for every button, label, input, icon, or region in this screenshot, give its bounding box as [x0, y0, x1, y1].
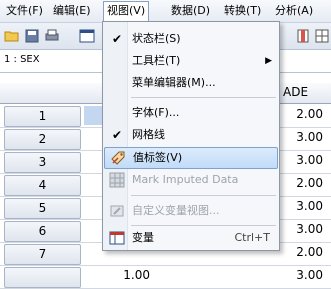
menu-item-status-bar[interactable]: ✔ 状态栏(S) — [104, 29, 278, 49]
grade-cell[interactable]: 2.00 — [283, 176, 323, 190]
row-header[interactable]: 6 — [4, 221, 81, 242]
selected-cell[interactable] — [84, 106, 104, 125]
open-folder-icon[interactable] — [3, 27, 21, 45]
split-file-icon[interactable] — [313, 27, 331, 45]
imputed-data-icon — [109, 172, 125, 188]
menu-item-variables[interactable]: 变量 Ctrl+T — [104, 228, 278, 248]
menu-item-fonts[interactable]: 字体(F)... — [104, 103, 278, 123]
grade-cell[interactable]: 3.00 — [283, 153, 323, 167]
row-header[interactable] — [4, 267, 81, 288]
print-icon[interactable] — [43, 27, 61, 45]
grade-cell[interactable]: 3.00 — [283, 130, 323, 144]
menu-item-menu-editor[interactable]: 菜单编辑器(M)... — [104, 73, 278, 93]
insert-variable-icon[interactable] — [294, 27, 312, 45]
checkmark-icon: ✔ — [111, 32, 123, 46]
menu-edit[interactable]: 编辑(E) — [50, 2, 94, 20]
menu-separator — [131, 97, 276, 98]
save-icon[interactable] — [23, 27, 41, 45]
menu-separator — [131, 195, 276, 196]
menu-view[interactable]: 视图(V) — [103, 1, 150, 22]
menu-item-value-labels[interactable]: 值标签(V) — [104, 147, 278, 169]
row-header[interactable]: 1 — [4, 106, 81, 127]
grade-cell[interactable]: 3.00 — [283, 199, 323, 213]
menu-data[interactable]: 数据(D) — [168, 2, 213, 20]
cell-reference: 1 : SEX — [4, 54, 40, 65]
menu-bar: 文件(F) 编辑(E) 视图(V) 数据(D) 转换(T) 分析(A) — [0, 0, 331, 23]
data-cell[interactable]: 1.00 — [120, 268, 150, 282]
menu-item-grid-lines[interactable]: ✔ 网格线 — [104, 125, 278, 145]
submenu-arrow-icon: ▶ — [265, 56, 272, 66]
grade-cell[interactable]: 2.00 — [283, 245, 323, 259]
column-header-grade[interactable]: ADE — [283, 85, 308, 99]
custom-view-icon — [109, 203, 125, 219]
menu-item-toolbars[interactable]: 工具栏(T) ▶ — [104, 51, 278, 71]
variables-icon — [109, 230, 125, 246]
row-header[interactable]: 2 — [4, 129, 81, 150]
dialog-recall-icon[interactable] — [78, 27, 96, 45]
row-header[interactable]: 5 — [4, 198, 81, 219]
menu-separator — [131, 225, 276, 226]
checkmark-icon: ✔ — [111, 128, 123, 142]
menu-file[interactable]: 文件(F) — [3, 2, 46, 20]
menu-item-customize-variable-view[interactable]: 自定义变量视图... — [104, 201, 278, 221]
row-header[interactable]: 3 — [4, 152, 81, 173]
grade-cell[interactable]: 3.00 — [283, 222, 323, 236]
view-menu-dropdown: ✔ 状态栏(S) 工具栏(T) ▶ 菜单编辑器(M)... 字体(F)... ✔… — [102, 21, 280, 251]
menu-analyze[interactable]: 分析(A) — [272, 2, 316, 20]
grade-cell[interactable]: 3.00 — [283, 268, 323, 282]
menu-item-mark-imputed-data[interactable]: Mark Imputed Data — [104, 170, 278, 190]
row-header[interactable]: 4 — [4, 175, 81, 196]
menu-transform[interactable]: 转换(T) — [221, 2, 264, 20]
row-header[interactable]: 7 — [4, 244, 81, 265]
grade-cell[interactable]: 2.00 — [283, 107, 323, 121]
value-labels-icon — [110, 150, 126, 166]
